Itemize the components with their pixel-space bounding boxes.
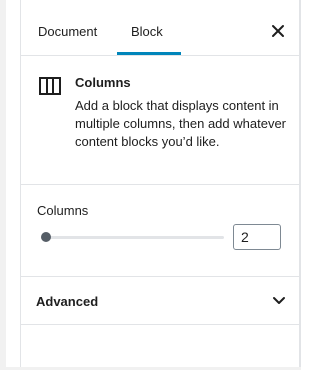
sidebar-right-border (299, 0, 301, 370)
columns-slider-thumb[interactable] (41, 232, 51, 242)
columns-icon (39, 77, 61, 95)
editor-canvas-edge (0, 0, 6, 370)
close-icon[interactable] (269, 22, 287, 40)
tab-document[interactable]: Document (38, 0, 97, 56)
advanced-panel-toggle[interactable]: Advanced (21, 277, 299, 325)
columns-label: Columns (37, 203, 89, 218)
sidebar-tabs: Document Block (21, 0, 299, 56)
block-card: Columns Add a block that displays conten… (21, 57, 299, 185)
columns-slider-track[interactable] (41, 236, 224, 239)
block-title: Columns (75, 75, 131, 90)
columns-setting: Columns (21, 185, 299, 277)
columns-number-input[interactable] (233, 224, 281, 250)
active-tab-indicator (117, 52, 181, 55)
advanced-label: Advanced (36, 294, 99, 309)
tab-block[interactable]: Block (131, 0, 163, 56)
chevron-down-icon (271, 293, 287, 309)
block-description: Add a block that displays content in mul… (75, 98, 287, 149)
